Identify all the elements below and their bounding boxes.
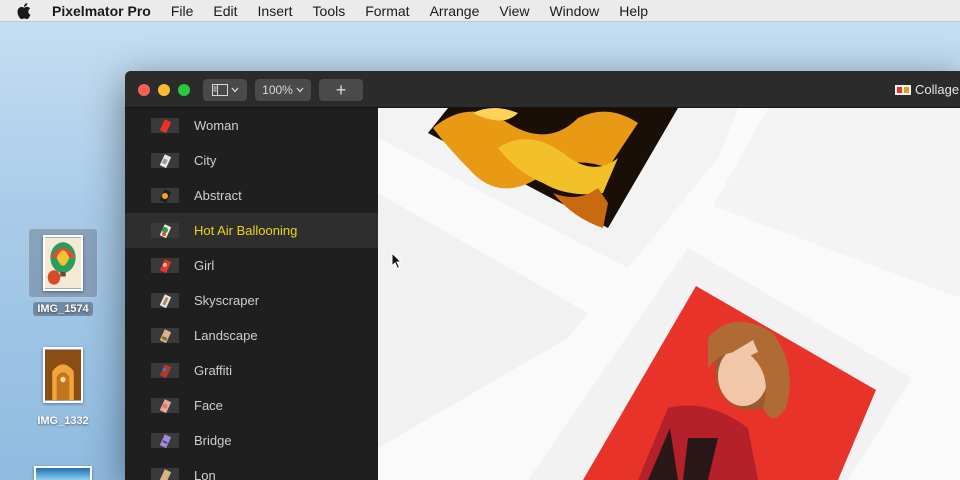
sidebar-item-label: Skyscraper — [194, 293, 260, 308]
layer-thumbnail — [151, 468, 179, 480]
layer-thumbnail — [151, 363, 179, 378]
apple-icon — [17, 2, 31, 19]
file-thumbnail-frame — [28, 228, 98, 298]
window-toolbar: 100% + Collage — [125, 71, 960, 108]
collage-document-icon — [895, 84, 911, 95]
file-thumbnail-frame — [28, 340, 98, 410]
app-menu[interactable]: Pixelmator Pro — [48, 3, 161, 19]
sidebar-item-woman[interactable]: Woman — [125, 108, 378, 143]
add-button[interactable]: + — [319, 79, 363, 101]
zoom-level: 100% — [262, 83, 293, 97]
balloon-photo-thumbnail — [43, 235, 83, 291]
menu-edit[interactable]: Edit — [203, 3, 247, 19]
menu-format[interactable]: Format — [355, 3, 419, 19]
sidebar-item-label: Lon — [194, 468, 216, 480]
frame-shape — [378, 193, 588, 448]
desktop-file-partial-thumbnail[interactable] — [34, 466, 92, 480]
layers-sidebar: Woman City Abstract Hot Air Ballooning G… — [125, 108, 378, 480]
menu-window[interactable]: Window — [539, 3, 609, 19]
layer-thumbnail — [151, 258, 179, 273]
layer-thumbnail — [151, 433, 179, 448]
sidebar-item-label: Bridge — [194, 433, 232, 448]
sidebar-item-face[interactable]: Face — [125, 388, 378, 423]
fullscreen-button[interactable] — [178, 84, 190, 96]
document-title: Collage — [895, 82, 959, 97]
desktop-file-label: IMG_1332 — [37, 415, 89, 427]
desktop-file-label: IMG_1574 — [33, 302, 93, 316]
layer-thumbnail — [151, 223, 179, 238]
sidebar-item-girl[interactable]: Girl — [125, 248, 378, 283]
zoom-menu-button[interactable]: 100% — [255, 79, 311, 101]
sidebar-item-label: City — [194, 153, 217, 168]
sidebar-item-lon[interactable]: Lon — [125, 458, 378, 480]
sidebar-icon — [211, 84, 228, 96]
sidebar-item-city[interactable]: City — [125, 143, 378, 178]
sidebar-item-abstract[interactable]: Abstract — [125, 178, 378, 213]
collage-canvas[interactable] — [378, 108, 960, 480]
layer-thumbnail — [151, 118, 179, 133]
menu-arrange[interactable]: Arrange — [420, 3, 490, 19]
desktop-file-img-1574[interactable]: IMG_1574 — [28, 228, 98, 316]
menu-insert[interactable]: Insert — [248, 3, 303, 19]
layer-thumbnail — [151, 293, 179, 308]
close-button[interactable] — [138, 84, 150, 96]
sidebar-item-graffiti[interactable]: Graffiti — [125, 353, 378, 388]
sidebar-item-label: Woman — [194, 118, 239, 133]
document-title-text: Collage — [915, 82, 960, 97]
collage-artwork — [378, 108, 960, 480]
menu-tools[interactable]: Tools — [303, 3, 356, 19]
sidebar-item-landscape[interactable]: Landscape — [125, 318, 378, 353]
sidebar-item-label: Abstract — [194, 188, 242, 203]
sidebar-toggle-button[interactable] — [203, 79, 247, 101]
menu-file[interactable]: File — [161, 3, 204, 19]
apple-menu[interactable] — [0, 2, 48, 19]
sidebar-item-skyscraper[interactable]: Skyscraper — [125, 283, 378, 318]
plus-icon: + — [335, 79, 347, 100]
arch-photo-thumbnail — [43, 347, 83, 403]
menu-help[interactable]: Help — [609, 3, 658, 19]
sidebar-item-hot-air-ballooning[interactable]: Hot Air Ballooning — [125, 213, 378, 248]
layer-thumbnail — [151, 328, 179, 343]
chevron-down-icon — [231, 87, 238, 93]
sidebar-item-bridge[interactable]: Bridge — [125, 423, 378, 458]
sidebar-item-label: Landscape — [194, 328, 258, 343]
pixelmator-window: 100% + Collage Woman City Abstract Hot A… — [125, 71, 960, 480]
menu-view[interactable]: View — [489, 3, 539, 19]
desktop-file-img-1332[interactable]: IMG_1332 — [28, 340, 98, 428]
layer-thumbnail — [151, 188, 179, 203]
frame-shape — [713, 108, 960, 298]
chevron-down-icon — [296, 87, 304, 93]
menu-bar: Pixelmator Pro File Edit Insert Tools Fo… — [0, 0, 960, 22]
layer-thumbnail — [151, 153, 179, 168]
layer-thumbnail — [151, 398, 179, 413]
minimize-button[interactable] — [158, 84, 170, 96]
sidebar-item-label: Girl — [194, 258, 215, 273]
sidebar-item-label: Graffiti — [194, 363, 233, 378]
mouse-cursor-icon — [391, 252, 403, 270]
sidebar-item-label: Hot Air Ballooning — [194, 223, 298, 238]
sidebar-item-label: Face — [194, 398, 223, 413]
